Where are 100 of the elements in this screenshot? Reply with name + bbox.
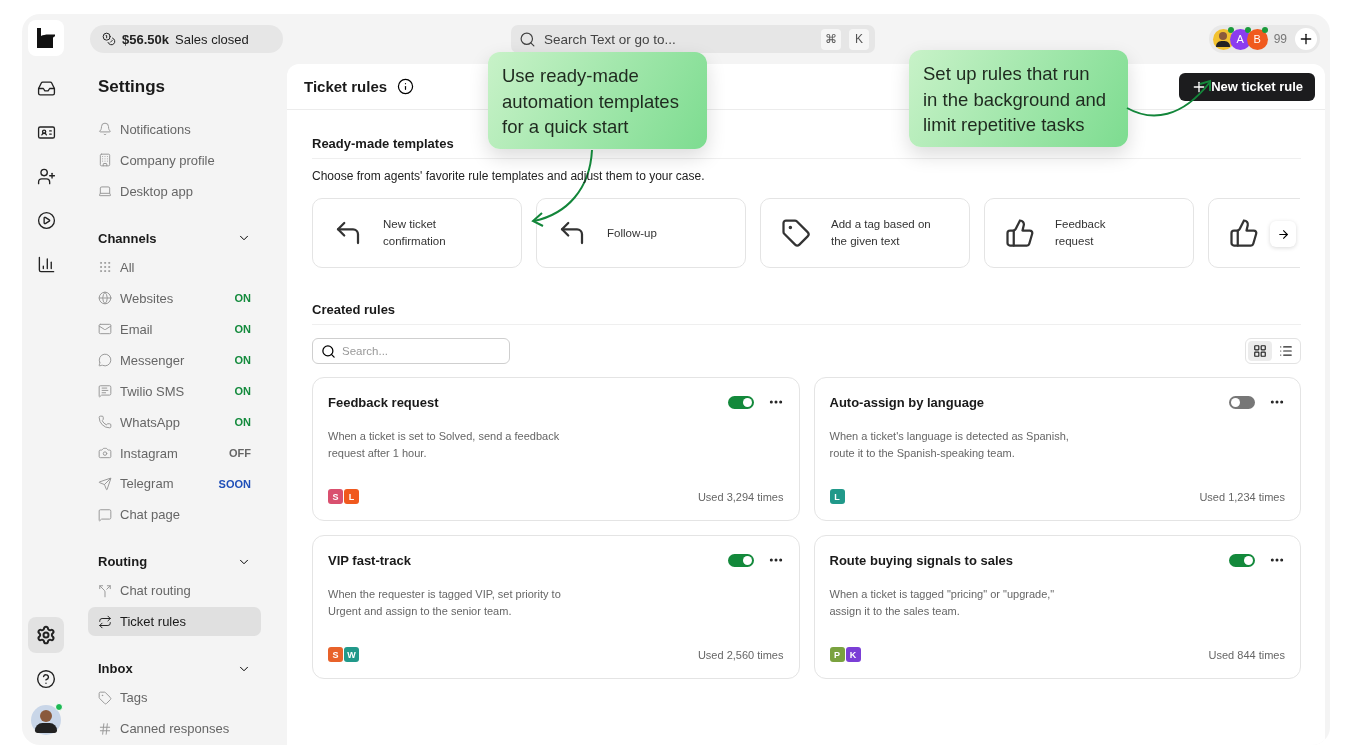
- camera-icon: [98, 446, 112, 460]
- sidebar-item[interactable]: Notifications: [88, 115, 261, 144]
- page-title: Ticket rules: [304, 78, 388, 95]
- sidebar-title: Settings: [97, 76, 167, 97]
- shortcut-key: K: [849, 28, 869, 50]
- rule-card[interactable]: Route buying signals to sales When a ticket is tagged "pricing" or "upgrade," assign it to the sales team. P K Used 844 times: [813, 535, 1301, 679]
- rule-description: When a ticket's language is detected as Spanish, route it to the Spanish-speaking team.: [829, 429, 1070, 461]
- rule-description: When a ticket is tagged "pricing" or "upgrade," assign it to the sales team.: [829, 587, 1056, 619]
- chart-icon: [36, 254, 56, 274]
- sidebar-item[interactable]: Websites ON: [88, 283, 261, 313]
- channel-status: ON: [234, 385, 251, 398]
- rule-title: Route buying signals to sales: [829, 552, 1014, 568]
- sidebar-item[interactable]: Telegram SOON: [88, 469, 261, 499]
- rule-toggle[interactable]: [1229, 553, 1255, 567]
- usage-count: Used 844 times: [1208, 648, 1285, 661]
- team-avatars[interactable]: A B 99: [1208, 25, 1320, 53]
- section-title: Created rules: [312, 302, 1301, 325]
- channel-status: ON: [234, 292, 251, 305]
- sidebar-item[interactable]: Chat page: [88, 500, 261, 530]
- usage-count: Used 2,560 times: [697, 648, 784, 661]
- sidebar-item[interactable]: Ticket rules: [88, 607, 261, 637]
- user-avatar: [1212, 28, 1234, 50]
- settings-nav-button[interactable]: [28, 617, 64, 653]
- rule-toggle[interactable]: [727, 395, 754, 409]
- rules-icon: [98, 614, 112, 629]
- thumbs-up-icon: [1005, 218, 1035, 248]
- tag-icon: [781, 218, 811, 248]
- channel-status: SOON: [218, 477, 251, 490]
- tag-chip: S: [328, 489, 343, 504]
- messenger-icon: [98, 353, 112, 368]
- mail-icon: [98, 322, 112, 337]
- split-icon: [98, 583, 112, 598]
- user-avatar[interactable]: [31, 705, 61, 735]
- building-icon: [98, 153, 112, 168]
- channel-status: ON: [234, 354, 251, 367]
- rule-card[interactable]: Auto-assign by language When a ticket's language is detected as Spanish, route it to the Spanish-speaking team. L Used 1,234 times: [813, 377, 1301, 521]
- search-icon: [519, 30, 536, 48]
- thumbs-up-icon: [1229, 218, 1259, 248]
- callout: Set up rules that run in the background and limit repetitive tasks: [909, 50, 1128, 147]
- hash-icon: [98, 721, 112, 736]
- channel-status: OFF: [229, 447, 251, 459]
- sidebar-item[interactable]: Messenger ON: [88, 345, 261, 375]
- rule-card[interactable]: VIP fast-track When the requester is tagged VIP, set priority to Urgent and assign to the senior team. S W Used 2,560 times: [312, 535, 800, 679]
- global-search-field[interactable]: Search Text or go to... ⌘ K: [511, 25, 875, 53]
- usage-count: Used 3,294 times: [697, 490, 784, 503]
- section-header[interactable]: Routing: [88, 547, 261, 577]
- tag-chip: K: [845, 647, 861, 662]
- new-rule-button[interactable]: New ticket rule: [1179, 72, 1315, 101]
- template-card[interactable]: Feedback request: [984, 198, 1194, 268]
- sms-icon: [98, 384, 112, 399]
- sales-label: Sales closed: [175, 31, 249, 47]
- sales-amount: $56.50k: [122, 31, 169, 47]
- sidebar-item[interactable]: Email ON: [88, 314, 261, 344]
- rule-toggle[interactable]: [727, 553, 754, 567]
- plus-icon: [1298, 31, 1314, 47]
- search-icon: [321, 343, 336, 359]
- grid-icon: [1253, 344, 1267, 358]
- letter-avatar: B: [1246, 28, 1268, 50]
- rule-card[interactable]: Feedback request When a ticket is set to Solved, send a feedback request after 1 hour. S L Used 3,294 times: [312, 377, 800, 521]
- sales-summary[interactable]: $56.50k Sales closed: [90, 25, 283, 53]
- usage-count: Used 1,234 times: [1199, 490, 1285, 503]
- tag-chip: W: [344, 647, 359, 662]
- settings-icon: [36, 625, 56, 645]
- send-icon: [98, 476, 112, 491]
- section-header[interactable]: Channels: [88, 223, 261, 253]
- rule-description: When a ticket is set to Solved, send a feedback request after 1 hour.: [328, 429, 561, 461]
- bell-icon: [98, 122, 112, 137]
- sidebar-item[interactable]: Twilio SMS ON: [88, 376, 261, 406]
- grid-view-button[interactable]: [1248, 341, 1272, 361]
- sidebar-item[interactable]: Chat routing: [88, 576, 261, 606]
- section-header[interactable]: Inbox: [88, 654, 261, 684]
- template-card[interactable]: New ticket confirmation: [312, 198, 522, 268]
- logo-icon[interactable]: [28, 20, 64, 56]
- scroll-right-button[interactable]: [1270, 221, 1296, 247]
- play-icon: [36, 210, 56, 230]
- tag-chip: P: [829, 647, 845, 662]
- sidebar-item[interactable]: Company profile: [88, 145, 261, 175]
- rule-title: Feedback request: [328, 394, 440, 410]
- globe-icon: [98, 291, 112, 306]
- rule-description: When the requester is tagged VIP, set priority to Urgent and assign to the senior team.: [328, 587, 562, 619]
- member-count: 99: [1273, 32, 1287, 46]
- sidebar-item[interactable]: All: [88, 252, 261, 282]
- sidebar-item[interactable]: Canned responses: [88, 714, 261, 744]
- sidebar-item[interactable]: Desktop app: [88, 176, 261, 206]
- tag-chip: S: [328, 647, 343, 662]
- rule-title: Auto-assign by language: [829, 394, 986, 410]
- template-card[interactable]: Add a tag based on the given text: [760, 198, 970, 268]
- info-icon: [397, 78, 415, 95]
- sidebar-item[interactable]: Tags: [88, 683, 261, 713]
- help-icon: [36, 669, 56, 689]
- sidebar-item[interactable]: Instagram OFF: [88, 438, 261, 468]
- template-card[interactable]: Follow-up: [536, 198, 746, 268]
- list-icon: [1279, 344, 1293, 358]
- sidebar-item[interactable]: WhatsApp ON: [88, 407, 261, 437]
- phone-icon: [98, 415, 112, 430]
- laptop-icon: [98, 184, 112, 199]
- tag-chip: L: [344, 489, 359, 504]
- rule-title: VIP fast-track: [328, 552, 412, 568]
- add-member-button[interactable]: [1295, 28, 1317, 50]
- rule-toggle[interactable]: [1229, 395, 1255, 409]
